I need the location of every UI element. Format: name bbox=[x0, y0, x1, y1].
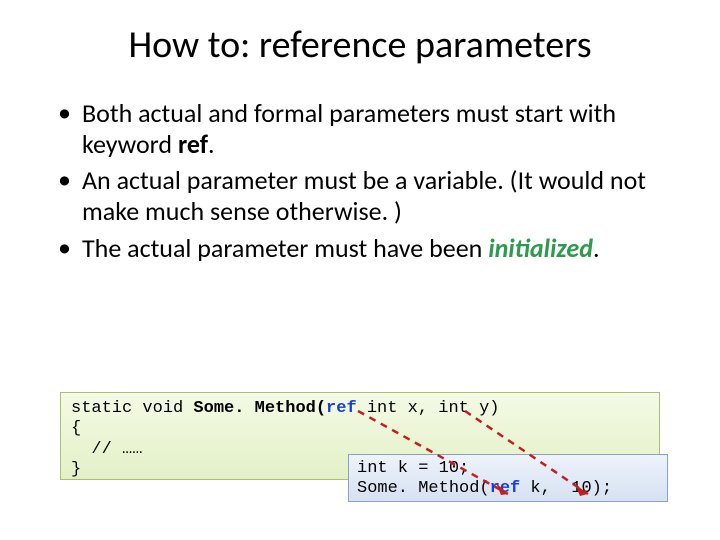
code-text: k, 10); bbox=[520, 479, 612, 498]
keyword-ref: ref bbox=[490, 479, 521, 498]
code-text: // …… bbox=[71, 440, 142, 459]
bullet-item: The actual parameter must have been init… bbox=[58, 233, 682, 264]
bullet-text: Both actual and formal parameters must s… bbox=[82, 97, 616, 160]
code-text: Some. Method( bbox=[193, 399, 326, 418]
slide-title: How to: reference parameters bbox=[0, 0, 720, 98]
code-text: int k = 10; bbox=[357, 459, 469, 478]
bullet-list: Both actual and formal parameters must s… bbox=[0, 98, 720, 263]
bullet-text: . bbox=[208, 128, 215, 160]
code-snippet-call: int k = 10; Some. Method(ref k, 10); bbox=[348, 454, 668, 502]
bullet-item: An actual parameter must be a variable. … bbox=[58, 165, 682, 226]
code-text: } bbox=[71, 460, 81, 479]
code-text: int x, int y) bbox=[357, 399, 500, 418]
keyword-ref: ref bbox=[178, 128, 208, 160]
code-text: { bbox=[71, 419, 81, 438]
bullet-text: An actual parameter must be a variable. … bbox=[82, 164, 646, 227]
keyword-initialized: initialized bbox=[488, 232, 593, 264]
keyword-ref: ref bbox=[326, 399, 357, 418]
bullet-item: Both actual and formal parameters must s… bbox=[58, 98, 682, 159]
bullet-text: . bbox=[593, 232, 600, 264]
code-text: Some. Method( bbox=[357, 479, 490, 498]
code-text: static void bbox=[71, 399, 193, 418]
bullet-text: The actual parameter must have been bbox=[82, 232, 488, 264]
